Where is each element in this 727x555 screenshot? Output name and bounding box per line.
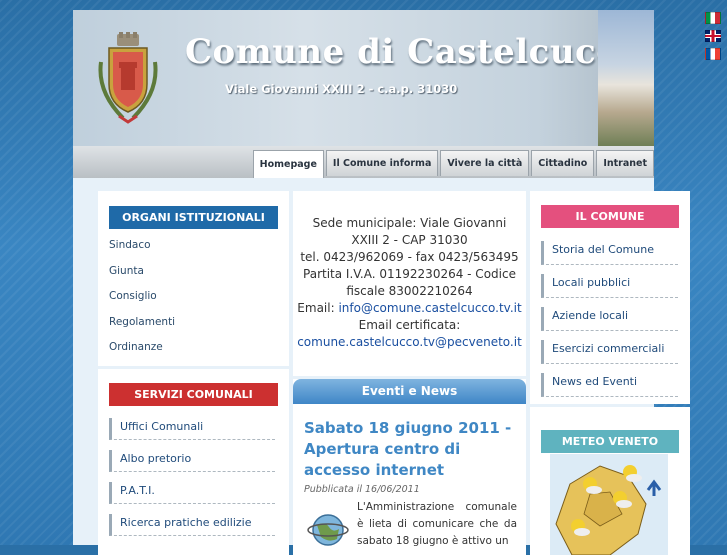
menu-item-ordinanze[interactable]: Ordinanze bbox=[109, 341, 289, 367]
menu-item-pati[interactable]: P.A.T.I. bbox=[109, 482, 275, 504]
weather-map[interactable] bbox=[550, 454, 668, 555]
coat-of-arms-icon bbox=[98, 32, 158, 124]
contact-line: XXIII 2 - CAP 31030 bbox=[351, 233, 468, 247]
menu-item-consiglio[interactable]: Consiglio bbox=[109, 290, 289, 316]
menu-item-ricerca-pratiche-edilizie[interactable]: Ricerca pratiche edilizie bbox=[109, 514, 275, 536]
village-photo bbox=[598, 10, 654, 146]
menu-item-regolamenti[interactable]: Regolamenti bbox=[109, 316, 289, 342]
contact-line: Partita I.V.A. 01192230264 - Codice bbox=[303, 267, 516, 281]
menu-item-esercizi-commerciali[interactable]: Esercizi commerciali bbox=[541, 340, 678, 364]
tab-intranet[interactable]: Intranet bbox=[596, 150, 654, 176]
meteo-veneto-panel: METEO VENETO bbox=[530, 407, 690, 555]
site-address: Viale Giovanni XXIII 2 - c.a.p. 31030 bbox=[225, 82, 458, 96]
menu-item-albo-pretorio[interactable]: Albo pretorio bbox=[109, 450, 275, 472]
site-title: Comune di Castelcucco bbox=[185, 32, 641, 72]
tab-vivere-la-citta[interactable]: Vivere la città bbox=[440, 150, 530, 176]
contact-line: fiscale 83002210264 bbox=[346, 284, 473, 298]
main-navigation: Homepage Il Comune informa Vivere la cit… bbox=[73, 146, 654, 178]
contact-line: Sede municipale: Viale Giovanni bbox=[312, 216, 507, 230]
language-selector bbox=[705, 12, 721, 66]
pec-label: Email certificata: bbox=[358, 318, 461, 332]
organi-istituzionali-panel: ORGANI ISTITUZIONALI Sindaco Giunta Cons… bbox=[98, 191, 289, 366]
news-title-link[interactable]: Sabato 18 giugno 2011 - Apertura centro … bbox=[304, 418, 518, 481]
tab-homepage[interactable]: Homepage bbox=[252, 150, 324, 178]
meteo-veneto-heading: METEO VENETO bbox=[541, 430, 679, 453]
menu-item-sindaco[interactable]: Sindaco bbox=[109, 239, 289, 265]
email-label: Email: bbox=[297, 301, 339, 315]
contact-info-panel: Sede municipale: Viale Giovanni XXIII 2 … bbox=[293, 191, 526, 376]
menu-item-news-ed-eventi[interactable]: News ed Eventi bbox=[541, 373, 678, 397]
english-flag-icon[interactable] bbox=[705, 30, 721, 42]
email-link[interactable]: info@comune.castelcucco.tv.it bbox=[338, 301, 521, 315]
header-banner: Comune di Castelcucco Viale Giovanni XXI… bbox=[73, 10, 654, 146]
il-comune-heading: IL COMUNE bbox=[541, 205, 679, 228]
organi-istituzionali-heading: ORGANI ISTITUZIONALI bbox=[109, 206, 278, 229]
menu-item-storia-del-comune[interactable]: Storia del Comune bbox=[541, 241, 678, 265]
events-news-heading: Eventi e News bbox=[293, 379, 526, 404]
menu-item-uffici-comunali[interactable]: Uffici Comunali bbox=[109, 418, 275, 440]
menu-item-giunta[interactable]: Giunta bbox=[109, 265, 289, 291]
contact-line: tel. 0423/962069 - fax 0423/563495 bbox=[300, 250, 519, 264]
menu-item-aziende-locali[interactable]: Aziende locali bbox=[541, 307, 678, 331]
french-flag-icon[interactable] bbox=[705, 48, 721, 60]
il-comune-panel: IL COMUNE Storia del Comune Locali pubbl… bbox=[530, 191, 690, 404]
tab-cittadino[interactable]: Cittadino bbox=[531, 150, 595, 176]
servizi-comunali-panel: SERVIZI COMUNALI Uffici Comunali Albo pr… bbox=[98, 369, 289, 555]
news-body: L'Amministrazione comunale è lieta di co… bbox=[357, 501, 517, 547]
italian-flag-icon[interactable] bbox=[705, 12, 721, 24]
pec-email-link[interactable]: comune.castelcucco.tv@pecveneto.it bbox=[297, 335, 522, 349]
menu-item-locali-pubblici[interactable]: Locali pubblici bbox=[541, 274, 678, 298]
news-date: Pubblicata il 16/06/2011 bbox=[304, 484, 420, 495]
servizi-comunali-heading: SERVIZI COMUNALI bbox=[109, 383, 278, 406]
tab-il-comune-informa[interactable]: Il Comune informa bbox=[325, 150, 439, 176]
events-news-panel: Eventi e News Sabato 18 giugno 2011 - Ap… bbox=[293, 379, 526, 555]
page-container: Comune di Castelcucco Viale Giovanni XXI… bbox=[73, 10, 690, 555]
